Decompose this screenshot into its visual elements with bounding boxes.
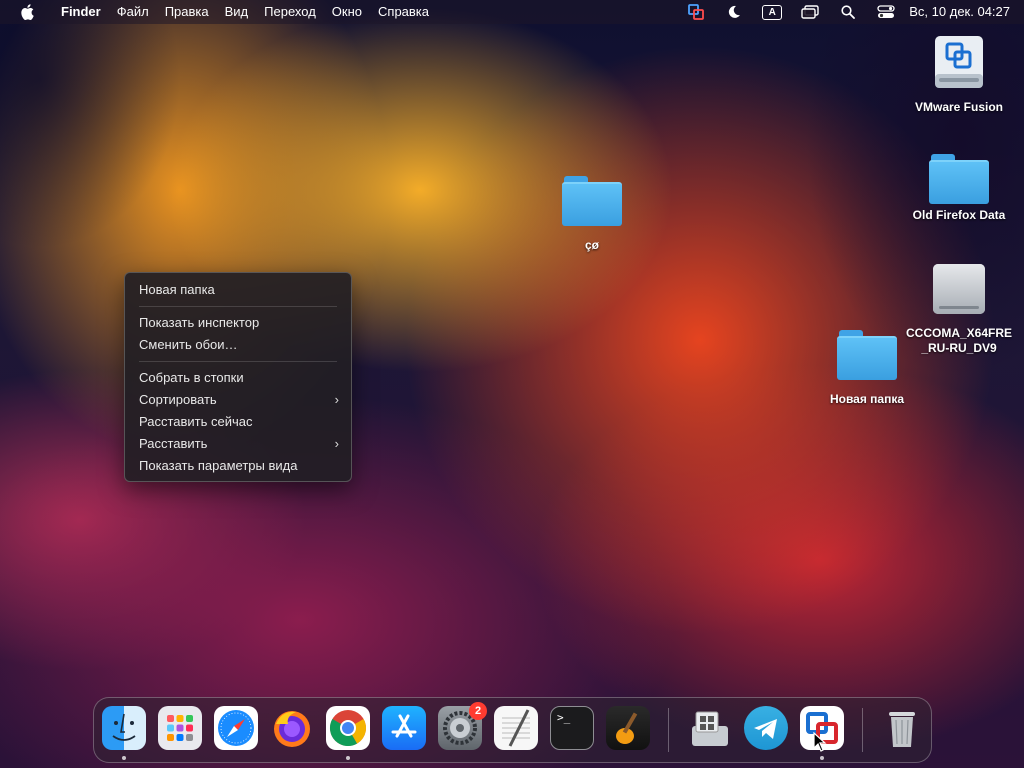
dock-terminal-icon[interactable]: >_: [550, 706, 594, 750]
dock-textedit-icon[interactable]: [494, 706, 538, 750]
apple-menu-icon[interactable]: [19, 4, 35, 20]
folder-icon: [837, 328, 897, 380]
running-indicator: [122, 756, 126, 760]
desktop-context-menu: Новая папка Показать инспектор Сменить о…: [124, 272, 352, 482]
desktop-icon-label: çø: [584, 238, 599, 252]
input-source-icon[interactable]: A: [753, 0, 791, 24]
desktop-icon-old-firefox-data[interactable]: Old Firefox Data: [898, 152, 1020, 223]
menu-edit[interactable]: Правка: [157, 0, 217, 24]
menu-clock[interactable]: Вс, 10 дек. 04:27: [905, 0, 1014, 24]
menu-separator: [139, 306, 337, 307]
disk-drive-icon: [929, 260, 989, 322]
menu-item-label: Сортировать: [139, 392, 217, 407]
focus-moon-icon[interactable]: [715, 0, 753, 24]
spotlight-search-icon[interactable]: [829, 0, 867, 24]
chevron-right-icon: ›: [334, 392, 339, 407]
menu-item-label: Расставить сейчас: [139, 414, 253, 429]
desktop-icon-label: Новая папка: [829, 392, 905, 406]
dock-finder-icon[interactable]: [102, 706, 146, 750]
dock: 2 >_: [93, 697, 932, 763]
control-center-icon[interactable]: [867, 0, 905, 24]
desktop-icon-new-folder[interactable]: Новая папка: [812, 328, 922, 407]
terminal-prompt-glyph: >_: [557, 711, 571, 724]
dock-chrome-icon[interactable]: [326, 706, 370, 750]
menu-item-use-stacks[interactable]: Собрать в стопки: [125, 367, 351, 389]
dock-launchpad-icon[interactable]: [158, 706, 202, 750]
menu-view[interactable]: Вид: [217, 0, 257, 24]
menu-separator: [139, 361, 337, 362]
chevron-right-icon: ›: [334, 436, 339, 451]
desktop-icon-vmware-fusion[interactable]: VMware Fusion: [904, 34, 1014, 115]
menu-item-clean-up[interactable]: Расставить сейчас: [125, 411, 351, 433]
running-indicator: [346, 756, 350, 760]
menu-item-label: Показать параметры вида: [139, 458, 298, 473]
dock-firefox-icon[interactable]: [270, 706, 314, 750]
mouse-cursor-icon: [813, 731, 827, 752]
desktop-icon-label: Old Firefox Data: [912, 208, 1006, 222]
menu-bar: Finder Файл Правка Вид Переход Окно Спра…: [0, 0, 1024, 24]
menu-item-label: Собрать в стопки: [139, 370, 244, 385]
menu-window[interactable]: Окно: [324, 0, 370, 24]
menu-item-new-folder[interactable]: Новая папка: [125, 279, 351, 301]
dock-app-store-icon[interactable]: [382, 706, 426, 750]
screen-mirroring-icon[interactable]: [791, 0, 829, 24]
dock-boot-camp-icon[interactable]: [688, 706, 732, 750]
desktop-icon-co-folder[interactable]: çø: [547, 174, 637, 253]
menu-go[interactable]: Переход: [256, 0, 324, 24]
menu-item-change-wallpaper[interactable]: Сменить обои…: [125, 334, 351, 356]
folder-icon: [929, 152, 989, 204]
menu-item-label: Показать инспектор: [139, 315, 260, 330]
menu-file[interactable]: Файл: [109, 0, 157, 24]
dock-trash-icon[interactable]: [880, 706, 924, 750]
menu-item-label: Расставить: [139, 436, 208, 451]
keyboard-layout-label: A: [762, 4, 783, 20]
drive-vmware-icon: [931, 34, 987, 96]
dock-safari-icon[interactable]: [214, 706, 258, 750]
notification-badge: 2: [469, 702, 487, 720]
menu-item-label: Новая папка: [139, 282, 215, 297]
menu-item-sort-by[interactable]: Сортировать ›: [125, 389, 351, 411]
running-indicator: [820, 756, 824, 760]
desktop-icon-label: VMware Fusion: [914, 100, 1003, 114]
menu-item-show-inspector[interactable]: Показать инспектор: [125, 312, 351, 334]
menu-help[interactable]: Справка: [370, 0, 437, 24]
folder-icon: [562, 174, 622, 226]
menu-item-show-view-options[interactable]: Показать параметры вида: [125, 455, 351, 477]
dock-telegram-icon[interactable]: [744, 706, 788, 750]
vmware-tray-icon[interactable]: [677, 0, 715, 24]
menu-item-clean-up-by[interactable]: Расставить ›: [125, 433, 351, 455]
menu-app-name[interactable]: Finder: [53, 0, 109, 24]
dock-separator: [862, 708, 863, 752]
menu-item-label: Сменить обои…: [139, 337, 238, 352]
dock-separator: [668, 708, 669, 752]
dock-garageband-icon[interactable]: [606, 706, 650, 750]
